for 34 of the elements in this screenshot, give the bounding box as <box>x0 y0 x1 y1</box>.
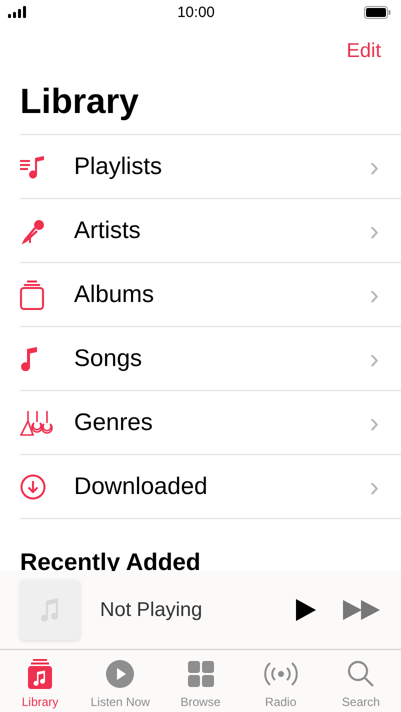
status-time: 10:00 <box>177 4 215 20</box>
library-icon <box>28 659 52 689</box>
now-playing-title: Not Playing <box>100 598 204 622</box>
chevron-icon: › <box>370 216 379 244</box>
music-note-icon <box>20 346 38 370</box>
battery-icon <box>364 6 391 18</box>
chevron-icon: › <box>370 280 379 308</box>
library-item[interactable]: Albums › <box>20 263 401 327</box>
album-stack-icon <box>20 280 44 310</box>
library-item[interactable]: Genres › <box>20 391 401 455</box>
edit-button[interactable]: Edit <box>346 40 381 70</box>
play-icon[interactable] <box>295 598 317 622</box>
playlist-icon <box>20 154 46 178</box>
microphone-icon <box>20 218 46 244</box>
chevron-icon: › <box>370 408 379 436</box>
chevron-icon: › <box>370 472 379 500</box>
radio-icon <box>262 661 299 687</box>
guitars-icon <box>20 408 54 436</box>
signal-icon <box>8 6 28 18</box>
grid-icon <box>188 661 214 687</box>
library-item[interactable]: Songs › <box>20 327 401 391</box>
forward-icon[interactable] <box>343 600 381 620</box>
library-item[interactable]: Downloaded › <box>20 455 401 519</box>
library-item[interactable]: Playlists › <box>20 135 401 199</box>
artwork-placeholder <box>20 580 80 640</box>
search-icon <box>346 660 375 688</box>
chevron-icon: › <box>370 344 379 372</box>
play-circle-icon <box>106 660 134 688</box>
mini-player[interactable]: Not Playing <box>0 571 401 650</box>
page-title: Library <box>20 81 140 123</box>
chevron-icon: › <box>370 152 379 180</box>
library-item[interactable]: Artists › <box>20 199 401 263</box>
tab[interactable]: Library <box>0 650 80 712</box>
download-icon <box>20 474 46 500</box>
